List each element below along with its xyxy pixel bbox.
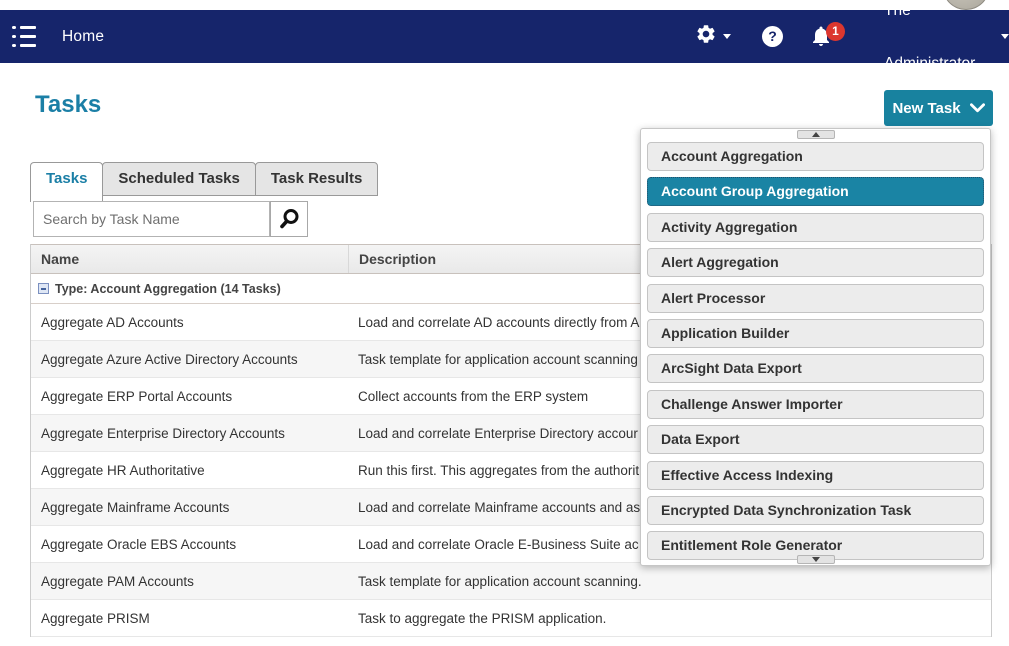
dropdown-item[interactable]: Alert Processor — [647, 284, 984, 313]
task-description-cell: Task to aggregate the PRISM application. — [348, 611, 991, 626]
tab-bar: TasksScheduled TasksTask Results — [30, 162, 377, 202]
scroll-up-button[interactable] — [797, 130, 835, 139]
search-input[interactable] — [33, 201, 270, 237]
tab[interactable]: Scheduled Tasks — [102, 162, 255, 196]
page-title: Tasks — [35, 91, 101, 119]
dropdown-item[interactable]: Data Export — [647, 425, 984, 454]
tab[interactable]: Task Results — [255, 162, 378, 196]
scroll-down-button[interactable] — [797, 555, 835, 564]
settings-menu[interactable] — [695, 10, 731, 63]
user-label: The Administrator — [884, 10, 993, 63]
dropdown-item[interactable]: Application Builder — [647, 319, 984, 348]
task-description-cell: Task template for application account sc… — [348, 574, 991, 589]
task-name-cell: Aggregate AD Accounts — [31, 315, 348, 330]
gear-icon — [695, 23, 717, 50]
task-name-cell: Aggregate Enterprise Directory Accounts — [31, 426, 348, 441]
nav-home-link[interactable]: Home — [62, 10, 104, 63]
menu-list-icon[interactable] — [12, 26, 36, 47]
top-strip — [0, 0, 1009, 10]
new-task-dropdown: Account Aggregation Account Group Aggrega… — [640, 128, 991, 566]
column-header-name[interactable]: Name — [31, 245, 348, 273]
avatar — [943, 0, 989, 10]
task-name-cell: Aggregate Mainframe Accounts — [31, 500, 348, 515]
group-label: Type: Account Aggregation (14 Tasks) — [55, 282, 281, 296]
table-row[interactable]: Aggregate PRISM Task to aggregate the PR… — [31, 600, 991, 637]
dropdown-item[interactable]: Account Group Aggregation — [647, 177, 984, 206]
task-name-cell: Aggregate ERP Portal Accounts — [31, 389, 348, 404]
caret-down-icon — [1001, 34, 1009, 39]
dropdown-item[interactable]: Activity Aggregation — [647, 213, 984, 242]
dropdown-item[interactable]: ArcSight Data Export — [647, 354, 984, 383]
top-navbar: Home ? 1 The Administrator — [0, 10, 1009, 63]
dropdown-item[interactable]: Encrypted Data Synchronization Task — [647, 496, 984, 525]
caret-down-icon — [723, 34, 731, 39]
table-row[interactable]: Aggregate PAM Accounts Task template for… — [31, 563, 991, 600]
new-task-button[interactable]: New Task — [884, 90, 993, 126]
search-icon — [277, 207, 301, 231]
user-menu[interactable]: The Administrator — [884, 10, 1009, 63]
task-name-cell: Aggregate Oracle EBS Accounts — [31, 537, 348, 552]
triangle-down-icon — [812, 557, 820, 562]
tab[interactable]: Tasks — [30, 162, 103, 202]
task-name-cell: Aggregate Azure Active Directory Account… — [31, 352, 348, 367]
notification-badge: 1 — [826, 22, 845, 41]
triangle-up-icon — [812, 132, 820, 137]
dropdown-item[interactable]: Alert Aggregation — [647, 248, 984, 277]
task-name-cell: Aggregate HR Authoritative — [31, 463, 348, 478]
task-name-cell: Aggregate PRISM — [31, 611, 348, 626]
dropdown-item-list: Account Aggregation Account Group Aggrega… — [641, 142, 990, 560]
task-name-cell: Aggregate PAM Accounts — [31, 574, 348, 589]
notifications-button[interactable]: 1 — [809, 24, 833, 53]
search-button[interactable] — [270, 201, 308, 237]
dropdown-item[interactable]: Account Aggregation — [647, 142, 984, 171]
help-icon[interactable]: ? — [762, 26, 783, 47]
new-task-label: New Task — [892, 100, 960, 117]
collapse-icon[interactable] — [38, 283, 49, 294]
dropdown-item[interactable]: Effective Access Indexing — [647, 461, 984, 490]
chevron-down-icon — [970, 103, 985, 113]
dropdown-item[interactable]: Challenge Answer Importer — [647, 390, 984, 419]
